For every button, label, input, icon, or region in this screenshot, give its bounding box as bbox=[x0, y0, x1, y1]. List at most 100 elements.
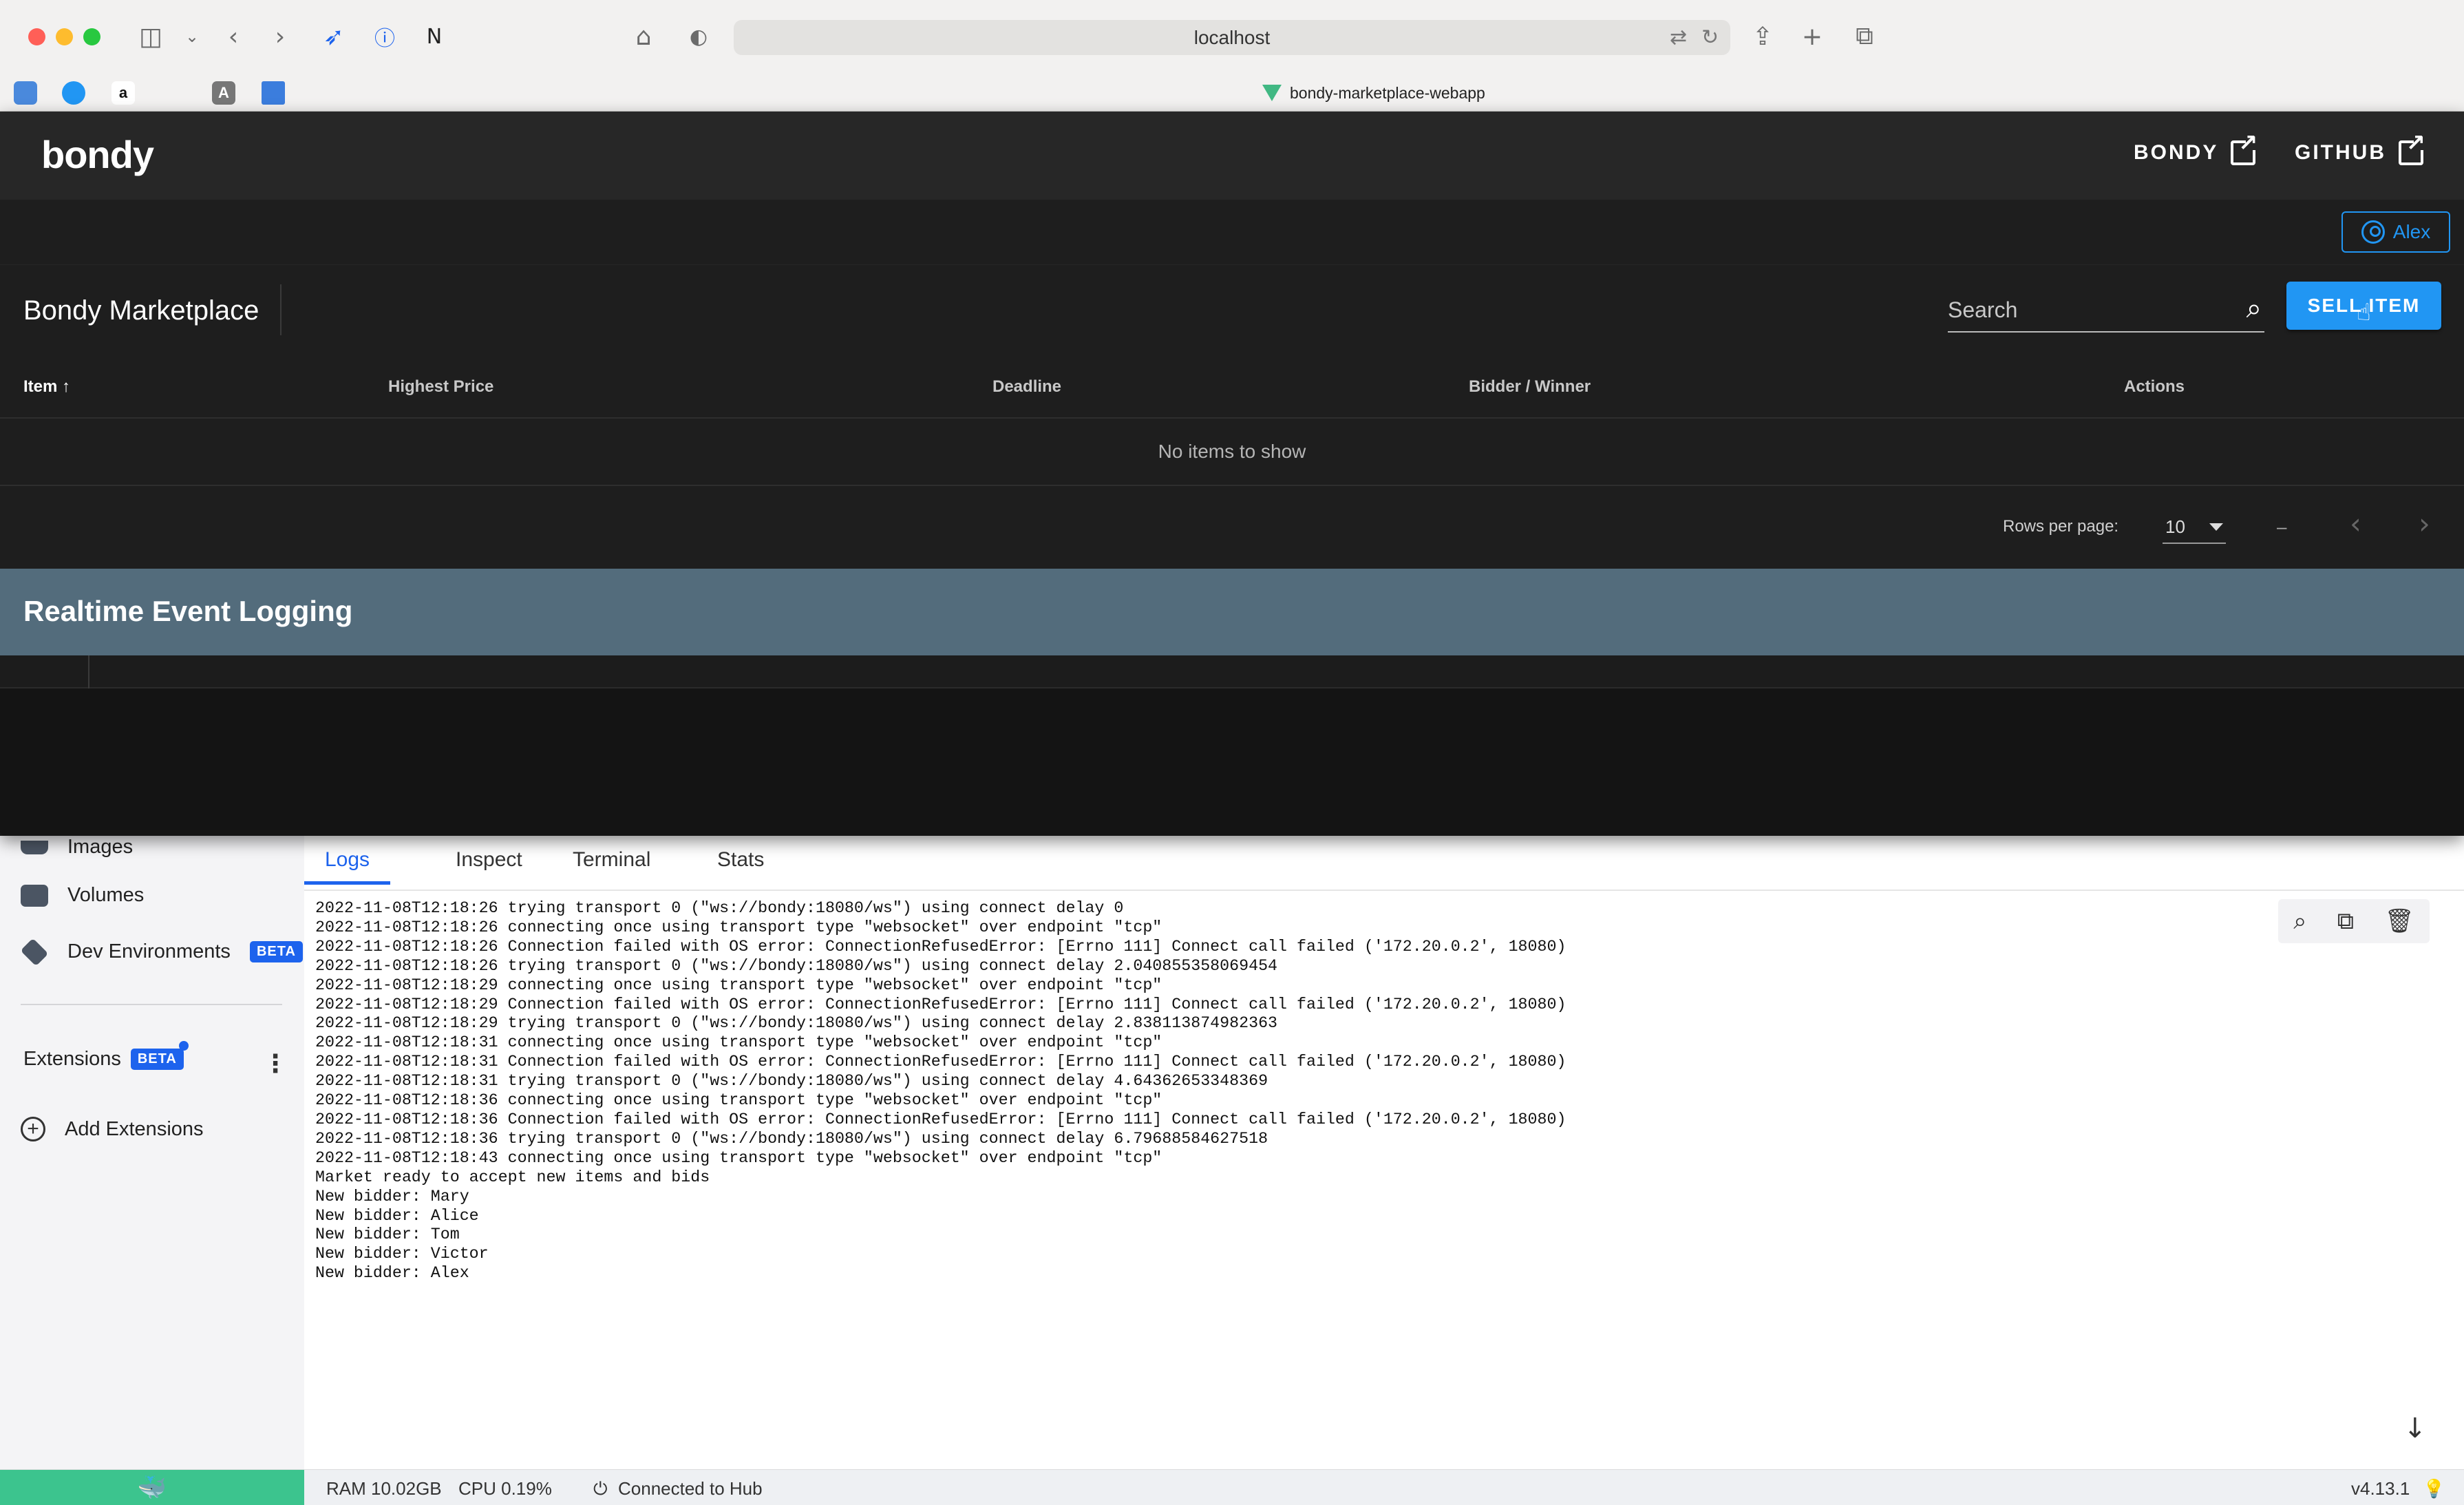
log-line: 2022-11-08T12:18:26 trying transport 0 (… bbox=[315, 899, 1124, 917]
column-bidder-winner[interactable]: Bidder / Winner bbox=[1469, 377, 1591, 397]
docker-whale-icon[interactable]: 🐳 bbox=[0, 1470, 304, 1505]
column-actions: Actions bbox=[2124, 377, 2185, 396]
log-line: 2022-11-08T12:18:26 trying transport 0 (… bbox=[315, 956, 1278, 975]
page-range: – bbox=[2277, 516, 2287, 537]
close-window-button[interactable] bbox=[28, 28, 45, 45]
tab-logs[interactable]: Logs bbox=[304, 848, 391, 885]
feedback-icon[interactable]: 💡 bbox=[2423, 1478, 2445, 1499]
marketplace-toolbar: Bondy Marketplace ⌕ SELL ITEM bbox=[0, 264, 2464, 354]
privacy-shield-icon[interactable]: ◐ bbox=[683, 21, 714, 52]
log-line: New bidder: Tom bbox=[315, 1225, 460, 1244]
log-line: Market ready to accept new items and bid… bbox=[315, 1168, 710, 1186]
search-field[interactable]: ⌕ bbox=[1948, 290, 2264, 333]
sidebar-item-dev-environments[interactable]: Dev Environments BETA bbox=[20, 938, 303, 966]
rows-per-page-select[interactable]: 10 bbox=[2163, 511, 2226, 544]
pointer-cursor-icon: ☝ bbox=[2357, 299, 2371, 326]
layers-icon bbox=[20, 938, 49, 966]
minimize-window-button[interactable] bbox=[56, 28, 73, 45]
sidebar-item-images[interactable]: Images bbox=[21, 836, 133, 859]
log-line: New bidder: Alex bbox=[315, 1264, 469, 1283]
log-line: 2022-11-08T12:18:26 connecting once usin… bbox=[315, 918, 1162, 936]
bondy-logo: bondy bbox=[41, 133, 154, 176]
table-pagination: Rows per page: 10 – ‹ › bbox=[0, 486, 2464, 569]
log-line: 2022-11-08T12:18:29 trying transport 0 (… bbox=[315, 1014, 1278, 1033]
favorite-a-icon[interactable]: A bbox=[212, 81, 235, 105]
sort-ascending-icon: ↑ bbox=[62, 377, 71, 396]
more-vert-icon[interactable]: ⋮ bbox=[263, 1049, 288, 1078]
user-bar: Alex bbox=[0, 200, 2464, 264]
active-tab[interactable]: bondy-marketplace-webapp bbox=[1262, 81, 1485, 105]
cpu-usage: CPU 0.19% bbox=[458, 1478, 552, 1499]
github-link[interactable]: GITHUB bbox=[2295, 129, 2428, 165]
log-line: 2022-11-08T12:18:29 connecting once usin… bbox=[315, 976, 1162, 994]
ram-usage: RAM 10.02GB bbox=[326, 1478, 442, 1499]
app-bar: bondy BONDY GITHUB bbox=[0, 112, 2464, 200]
column-deadline[interactable]: Deadline bbox=[992, 377, 1061, 397]
browser-chrome: ◫ ⌄ ‹ › ➶ ⓘ N ⌂ ◐ localhost ⇄ ↻ ⇪ + ⧉ a … bbox=[0, 0, 2464, 112]
search-input[interactable] bbox=[1948, 294, 2223, 326]
next-page-icon[interactable]: › bbox=[2419, 507, 2430, 540]
toolbar-divider bbox=[280, 284, 282, 335]
tab-title-text: bondy-marketplace-webapp bbox=[1290, 83, 1485, 102]
favorite-1-icon[interactable] bbox=[14, 81, 37, 105]
docker-sidebar: Images Volumes Dev Environments BETA Ext… bbox=[0, 836, 304, 1469]
share-icon[interactable]: ⇪ bbox=[1747, 21, 1778, 52]
log-line: 2022-11-08T12:18:36 connecting once usin… bbox=[315, 1091, 1162, 1110]
password-manager-icon[interactable]: ⓘ bbox=[369, 21, 401, 52]
translate-icon[interactable]: ⇄ bbox=[1670, 25, 1687, 50]
apple-icon[interactable] bbox=[162, 81, 186, 105]
beta-badge: BETA bbox=[130, 1049, 184, 1070]
column-item[interactable]: Item ↑ bbox=[23, 377, 70, 397]
bondy-marketplace-app: bondy BONDY GITHUB Alex Bondy Marketplac… bbox=[0, 112, 2464, 836]
extension-bird-icon[interactable]: ➶ bbox=[318, 21, 350, 52]
items-table: Item ↑ Highest Price Deadline Bidder / W… bbox=[0, 354, 2464, 569]
sidebar-item-extensions[interactable]: Extensions BETA bbox=[23, 1048, 184, 1071]
log-line: 2022-11-08T12:18:29 Connection failed wi… bbox=[315, 995, 1566, 1013]
favorite-2-icon[interactable] bbox=[62, 81, 85, 105]
address-bar[interactable]: localhost ⇄ ↻ bbox=[734, 20, 1730, 55]
log-line: 2022-11-08T12:18:26 Connection failed wi… bbox=[315, 937, 1566, 956]
search-icon[interactable]: ⌕ bbox=[2247, 293, 2262, 324]
previous-page-icon[interactable]: ‹ bbox=[2350, 507, 2361, 540]
new-tab-icon[interactable]: + bbox=[1796, 21, 1828, 52]
tab-terminal[interactable]: Terminal bbox=[573, 848, 650, 883]
log-line: 2022-11-08T12:18:31 trying transport 0 (… bbox=[315, 1072, 1268, 1091]
bondy-link[interactable]: BONDY bbox=[2134, 129, 2260, 165]
sidebar-item-volumes[interactable]: Volumes bbox=[21, 884, 144, 907]
notification-dot bbox=[179, 1041, 189, 1051]
rows-per-page-label: Rows per page: bbox=[2003, 517, 2119, 536]
sidebar-item-add-extensions[interactable]: + Add Extensions bbox=[21, 1117, 204, 1141]
forward-icon[interactable]: › bbox=[264, 21, 296, 52]
version-label: v4.13.1 bbox=[2351, 1478, 2410, 1499]
log-gutter bbox=[88, 655, 89, 688]
tab-stats[interactable]: Stats bbox=[717, 848, 764, 883]
scroll-to-bottom-icon[interactable]: ↓ bbox=[2403, 1413, 2427, 1444]
column-highest-price[interactable]: Highest Price bbox=[388, 377, 493, 397]
tab-overview-icon[interactable]: ⧉ bbox=[1849, 21, 1880, 52]
notion-icon[interactable]: N bbox=[418, 21, 450, 52]
delete-icon[interactable]: 🗑 bbox=[2385, 907, 2414, 935]
detail-tabs: Logs Inspect Terminal Stats bbox=[304, 836, 2464, 891]
home-icon[interactable]: ⌂ bbox=[628, 21, 659, 52]
search-icon[interactable]: ⌕ bbox=[2293, 907, 2306, 935]
log-line: 2022-11-08T12:18:31 connecting once usin… bbox=[315, 1033, 1162, 1052]
page-title: Bondy Marketplace bbox=[23, 295, 259, 326]
log-line: New bidder: Mary bbox=[315, 1187, 469, 1206]
tab-inspect[interactable]: Inspect bbox=[456, 848, 522, 883]
copy-icon[interactable]: ⧉ bbox=[2337, 907, 2354, 935]
open-in-new-icon bbox=[2399, 129, 2428, 165]
log-row bbox=[0, 655, 2464, 688]
chevron-down-icon[interactable]: ⌄ bbox=[176, 21, 208, 52]
amazon-icon[interactable]: a bbox=[111, 81, 135, 105]
favorite-6-icon[interactable] bbox=[262, 81, 285, 105]
reload-icon[interactable]: ↻ bbox=[1701, 25, 1719, 50]
zoom-window-button[interactable] bbox=[83, 28, 100, 45]
user-button[interactable]: Alex bbox=[2341, 211, 2450, 253]
sidebar-toggle-icon[interactable]: ◫ bbox=[135, 21, 167, 52]
sidebar-divider bbox=[21, 1004, 282, 1005]
add-circle-icon: + bbox=[21, 1117, 45, 1141]
log-line: 2022-11-08T12:18:36 trying transport 0 (… bbox=[315, 1129, 1268, 1148]
back-icon[interactable]: ‹ bbox=[217, 21, 249, 52]
log-toolbar: ⌕ ⧉ 🗑 bbox=[2278, 899, 2430, 943]
empty-table-message: No items to show bbox=[0, 419, 2464, 486]
